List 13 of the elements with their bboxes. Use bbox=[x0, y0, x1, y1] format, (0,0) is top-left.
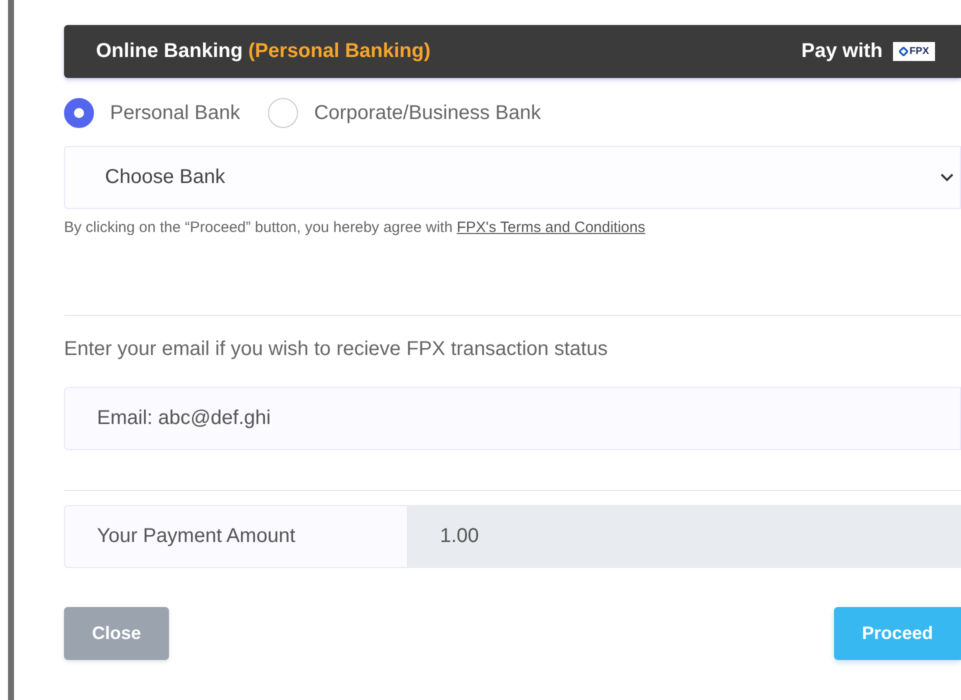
amount-label: Your Payment Amount bbox=[64, 505, 408, 568]
fpx-logo: FPX bbox=[892, 42, 935, 61]
chevron-down-icon bbox=[940, 173, 954, 182]
terms-link[interactable]: FPX's Terms and Conditions bbox=[456, 219, 646, 236]
terms-text: By clicking on the “Proceed” button, you hereby agree with FPX's Terms and Conditions bbox=[64, 219, 646, 236]
bank-type-radio[interactable]: Corporate/Business Bank bbox=[268, 98, 541, 128]
email-field[interactable]: Email: abc@def.ghi bbox=[64, 387, 961, 450]
amount-field: 1.00 bbox=[408, 505, 961, 568]
header-title: Online Banking (Personal Banking) bbox=[96, 40, 431, 63]
email-prompt: Enter your email if you wish to recieve FPX transaction status bbox=[64, 338, 609, 361]
pay-with-label: Pay with bbox=[801, 40, 883, 63]
bank-type-radio[interactable]: Personal Bank bbox=[64, 98, 240, 128]
bank-select[interactable]: Choose Bank bbox=[64, 146, 961, 209]
